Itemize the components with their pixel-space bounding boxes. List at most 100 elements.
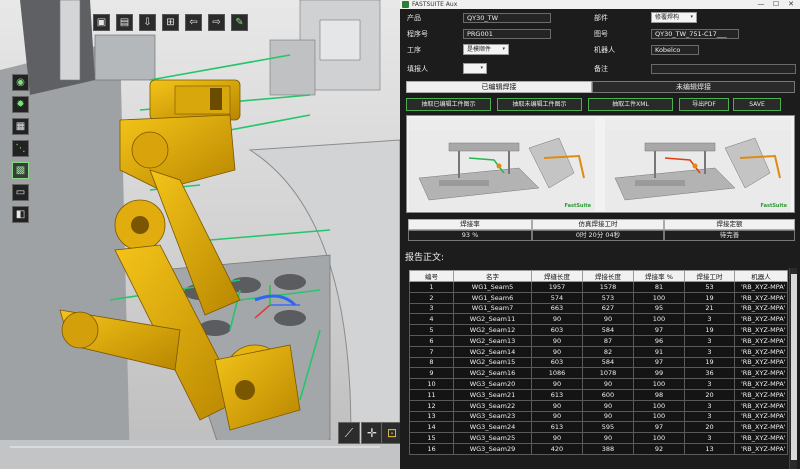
table-cell: 16 xyxy=(409,442,454,455)
table-cell: WG3_Seam20 xyxy=(453,378,532,390)
table-row[interactable]: 13 WG3_Seam23 90 90 100 3 'RB_XYZ-MPA' xyxy=(409,410,788,423)
table-cell: WG2_Seam16 xyxy=(453,367,532,380)
pen-icon[interactable]: ✎ xyxy=(231,14,248,31)
table-cell: WG3_Seam22 xyxy=(453,399,532,412)
capture-unedited-button[interactable]: 抽取未编辑工件图示 xyxy=(497,98,582,111)
arrow-left-icon[interactable]: ⇦ xyxy=(185,14,202,31)
table-cell: 99 xyxy=(633,367,685,380)
save-button[interactable]: SAVE xyxy=(733,98,781,111)
image-icon[interactable]: ▦ xyxy=(12,118,29,135)
table-row[interactable]: 9 WG2_Seam16 1086 1078 99 36 'RB_XYZ-MPA' xyxy=(409,367,788,380)
table-row[interactable]: 14 WG3_Seam24 613 595 97 20 'RB_XYZ-MPA' xyxy=(409,421,788,434)
grid-icon[interactable]: ▩ xyxy=(12,162,29,179)
table-row[interactable]: 1 WG1_Seam5 1957 1578 81 53 'RB_XYZ-MPA' xyxy=(409,281,788,293)
table-cell: 92 xyxy=(633,442,685,455)
capture-xml-button[interactable]: 抽取工件XML xyxy=(588,98,673,111)
drawing-field[interactable]: QY30_TW_751-C17___ xyxy=(651,29,739,39)
table-cell: 'RB_XYZ-MPA' xyxy=(734,442,788,455)
table-cell: 613 xyxy=(531,421,583,434)
col-header-id[interactable]: 编号 xyxy=(409,270,454,282)
target-icon[interactable]: ✛ xyxy=(361,422,383,444)
robot-field[interactable]: Kobelco xyxy=(651,45,699,55)
table-cell: 87 xyxy=(582,334,634,347)
table-cell: 90 xyxy=(531,345,583,358)
arrow-right-icon[interactable]: ⇨ xyxy=(208,14,225,31)
table-row[interactable]: 11 WG3_Seam21 613 600 98 20 'RB_XYZ-MPA' xyxy=(409,388,788,401)
chevron-down-icon: ▾ xyxy=(690,14,693,20)
col-header-weld-length[interactable]: 焊接长度 xyxy=(582,270,634,282)
preview-edited[interactable]: FastSuite xyxy=(409,118,595,211)
table-scrollbar[interactable] xyxy=(789,268,797,469)
3d-viewport[interactable]: ▣ ▤ ⇩ ⊞ ⇦ ⇨ ✎ ◉ ✹ ▦ ⋱ ▩ ▭ ◧ ⟋ ✛ ⊡ xyxy=(0,0,400,469)
capture-edited-button[interactable]: 抽取已编辑工件图示 xyxy=(406,98,491,111)
settings-icon[interactable]: ✹ xyxy=(12,96,29,113)
col-header-seam-length[interactable]: 焊缝长度 xyxy=(531,270,583,282)
table-cell: 613 xyxy=(531,388,583,401)
table-cell: 600 xyxy=(582,388,634,401)
table-row[interactable]: 6 WG2_Seam13 90 87 96 3 'RB_XYZ-MPA' xyxy=(409,334,788,347)
table-cell: 96 xyxy=(633,334,685,347)
table-row[interactable]: 5 WG2_Seam12 603 584 97 19 'RB_XYZ-MPA' xyxy=(409,324,788,336)
table-cell: 603 xyxy=(531,356,583,369)
process-select[interactable]: 是模顺件 ▾ xyxy=(463,44,509,55)
folder-open-icon[interactable]: ▣ xyxy=(93,14,110,31)
minimize-button[interactable]: — xyxy=(754,0,768,9)
col-header-robot[interactable]: 机器人 xyxy=(734,270,788,282)
table-row[interactable]: 10 WG3_Seam20 90 90 100 3 'RB_XYZ-MPA' xyxy=(409,378,788,390)
table-cell: 3 xyxy=(684,313,735,326)
app-icon xyxy=(402,1,409,8)
table-cell: 3 xyxy=(684,345,735,358)
compass-icon[interactable]: ◉ xyxy=(12,74,29,91)
preview-unedited[interactable]: FastSuite xyxy=(605,118,791,211)
close-button[interactable]: ✕ xyxy=(784,0,798,9)
col-header-weld-time[interactable]: 焊接工时 xyxy=(684,270,735,282)
document-icon[interactable]: ▭ xyxy=(12,184,29,201)
fit-view-icon[interactable]: ⊡ xyxy=(381,422,400,444)
table-cell: 98 xyxy=(633,388,685,401)
table-row[interactable]: 12 WG3_Seam22 90 90 100 3 'RB_XYZ-MPA' xyxy=(409,399,788,412)
tab-edited-welds[interactable]: 已编辑焊接 xyxy=(406,81,592,93)
table-cell: 420 xyxy=(531,442,583,455)
table-cell: WG2_Seam15 xyxy=(453,356,532,369)
table-row[interactable]: 16 WG3_Seam29 420 388 92 13 'RB_XYZ-MPA' xyxy=(409,442,788,455)
table-cell: WG3_Seam21 xyxy=(453,388,532,401)
table-cell: 8 xyxy=(409,356,454,369)
product-label: 产品 xyxy=(407,14,421,22)
table-cell: 'RB_XYZ-MPA' xyxy=(734,421,788,434)
link-icon[interactable]: ⋱ xyxy=(12,140,29,157)
report-table: 编号 名字 焊缝长度 焊接长度 焊接率 % 焊接工时 机器人 1 WG1_Seam… xyxy=(409,270,788,455)
preview-brand-right: FastSuite xyxy=(760,203,787,209)
table-cell: 'RB_XYZ-MPA' xyxy=(734,399,788,412)
export-icon[interactable]: ⇩ xyxy=(139,14,156,31)
table-cell: WG2_Seam13 xyxy=(453,334,532,347)
maximize-button[interactable]: ☐ xyxy=(769,0,783,9)
table-cell: 1078 xyxy=(582,367,634,380)
measure-icon[interactable]: ⟋ xyxy=(338,422,360,444)
part-select[interactable]: 修覆焊构 ▾ xyxy=(651,12,697,23)
table-row[interactable]: 2 WG1_Seam6 574 573 100 19 'RB_XYZ-MPA' xyxy=(409,291,788,304)
table-row[interactable]: 7 WG2_Seam14 90 82 91 3 'RB_XYZ-MPA' xyxy=(409,345,788,358)
table-cell: 100 xyxy=(633,432,685,444)
scrollbar-thumb[interactable] xyxy=(791,274,797,460)
table-row[interactable]: 3 WG1_Seam7 663 627 95 21 'RB_XYZ-MPA' xyxy=(409,302,788,315)
table-cell: 'RB_XYZ-MPA' xyxy=(734,378,788,390)
col-header-name[interactable]: 名字 xyxy=(453,270,532,282)
save-icon[interactable]: ▤ xyxy=(116,14,133,31)
table-cell: 90 xyxy=(582,410,634,423)
reporter-select[interactable]: ▾ xyxy=(463,63,487,74)
table-row[interactable]: 8 WG2_Seam15 603 584 97 19 'RB_XYZ-MPA' xyxy=(409,356,788,369)
col-header-weld-rate[interactable]: 焊接率 % xyxy=(633,270,685,282)
time-value: 0时 20分 04秒 xyxy=(532,230,664,241)
table-row[interactable]: 15 WG3_Seam25 90 90 100 3 'RB_XYZ-MPA' xyxy=(409,432,788,444)
program-field[interactable]: PRG001 xyxy=(463,29,551,39)
table-cell: 13 xyxy=(409,410,454,423)
remark-field[interactable] xyxy=(651,64,796,74)
export-pdf-button[interactable]: 导出PDF xyxy=(679,98,729,111)
tab-unedited-welds[interactable]: 未编辑焊接 xyxy=(592,81,795,93)
save-floppy-icon[interactable]: ◧ xyxy=(12,206,29,223)
table-row[interactable]: 4 WG2_Seam11 90 90 100 3 'RB_XYZ-MPA' xyxy=(409,313,788,326)
table-cell: 603 xyxy=(531,324,583,336)
tree-icon[interactable]: ⊞ xyxy=(162,14,179,31)
product-field[interactable]: QY30_TW xyxy=(463,13,551,23)
table-cell: 1086 xyxy=(531,367,583,380)
